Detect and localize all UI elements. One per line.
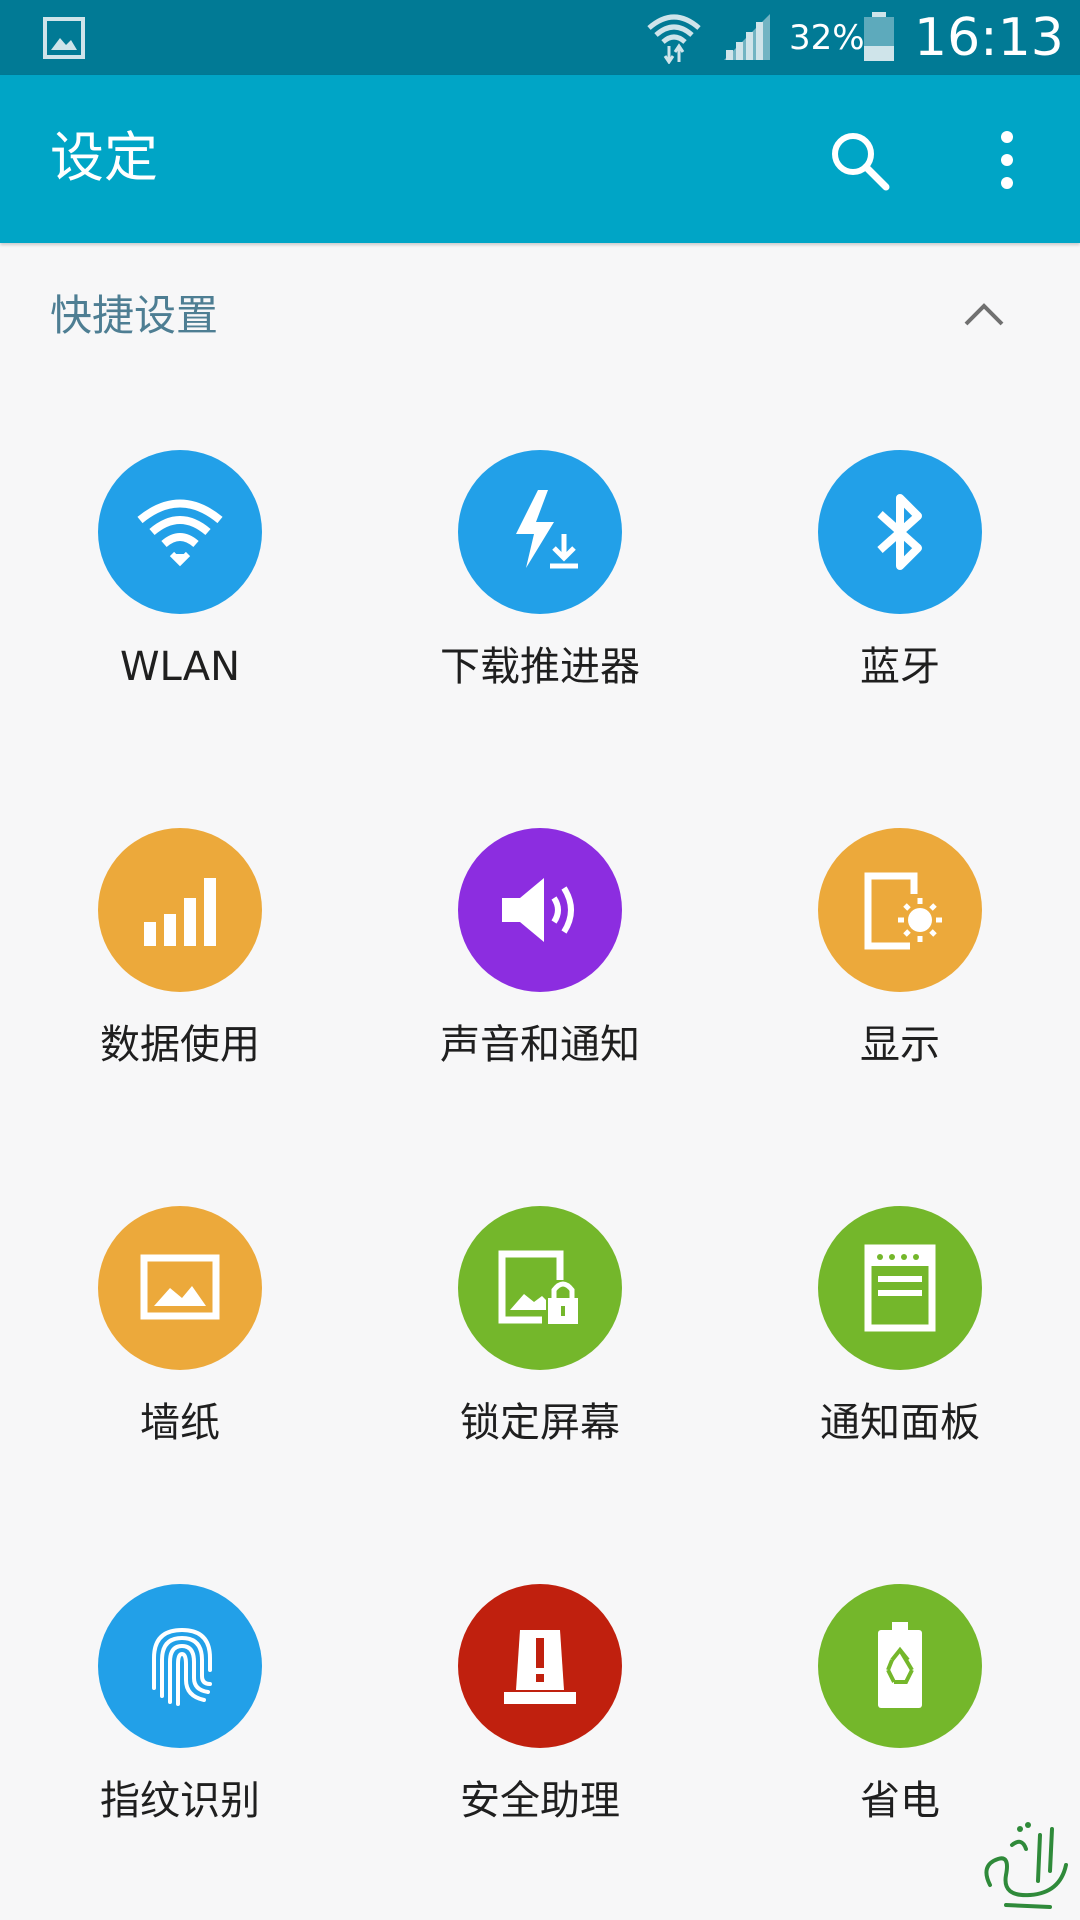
quick-setting-download-booster[interactable]: 下载推进器 [360,450,720,780]
search-icon[interactable] [826,127,894,195]
quick-setting-lock-screen[interactable]: 锁定屏幕 [360,1206,720,1536]
wifi-icon [647,14,701,64]
wifi-icon [98,450,262,614]
quick-setting-fingerprint[interactable]: 指纹识别 [0,1584,360,1914]
quick-setting-notification-panel[interactable]: 通知面板 [720,1206,1080,1536]
quick-setting-bluetooth[interactable]: 蓝牙 [720,450,1080,780]
quick-settings-header[interactable]: 快捷设置 [0,270,1080,365]
signal-icon [724,14,770,60]
download-booster-icon [458,450,622,614]
battery-icon [864,12,894,61]
calligraphy-watermark [984,1822,1068,1909]
quick-setting-label: 通知面板 [820,1400,980,1446]
quick-setting-data-usage[interactable]: 数据使用 [0,828,360,1158]
more-options-icon[interactable] [985,125,1029,195]
quick-setting-sound[interactable]: 声音和通知 [360,828,720,1158]
status-bar: 32% 16:13 [0,0,1080,75]
quick-setting-label: 数据使用 [100,1022,260,1068]
quick-setting-display[interactable]: 显示 [720,828,1080,1158]
quick-setting-label: 指纹识别 [100,1778,260,1824]
battery-percent: 32% [789,18,865,58]
volume-icon [458,828,622,992]
quick-setting-label: 墙纸 [140,1400,220,1446]
fingerprint-icon [98,1584,262,1748]
safety-alert-icon [458,1584,622,1748]
quick-setting-label: 显示 [860,1022,940,1068]
data-usage-icon [98,828,262,992]
quick-setting-safety-assistance[interactable]: 安全助理 [360,1584,720,1914]
bluetooth-icon [818,450,982,614]
page-title: 设定 [50,126,158,189]
quick-setting-label: 蓝牙 [860,644,940,690]
quick-setting-label: 安全助理 [460,1778,620,1824]
wallpaper-icon [98,1206,262,1370]
quick-setting-label: 声音和通知 [440,1022,640,1068]
display-icon [818,828,982,992]
quick-setting-wallpaper[interactable]: 墙纸 [0,1206,360,1536]
battery-recycle-icon [818,1584,982,1748]
quick-setting-label: 锁定屏幕 [460,1400,620,1446]
quick-settings-title: 快捷设置 [50,291,219,340]
status-clock: 16:13 [914,8,1064,68]
chevron-up-icon[interactable] [960,294,1008,334]
lock-screen-icon [458,1206,622,1370]
quick-setting-label: 下载推进器 [440,644,640,690]
action-bar: 设定 [0,75,1080,243]
gallery-notification-icon [43,17,85,59]
quick-setting-wlan[interactable]: WLAN [0,450,360,780]
notification-panel-icon [818,1206,982,1370]
quick-setting-label: WLAN [119,644,241,690]
